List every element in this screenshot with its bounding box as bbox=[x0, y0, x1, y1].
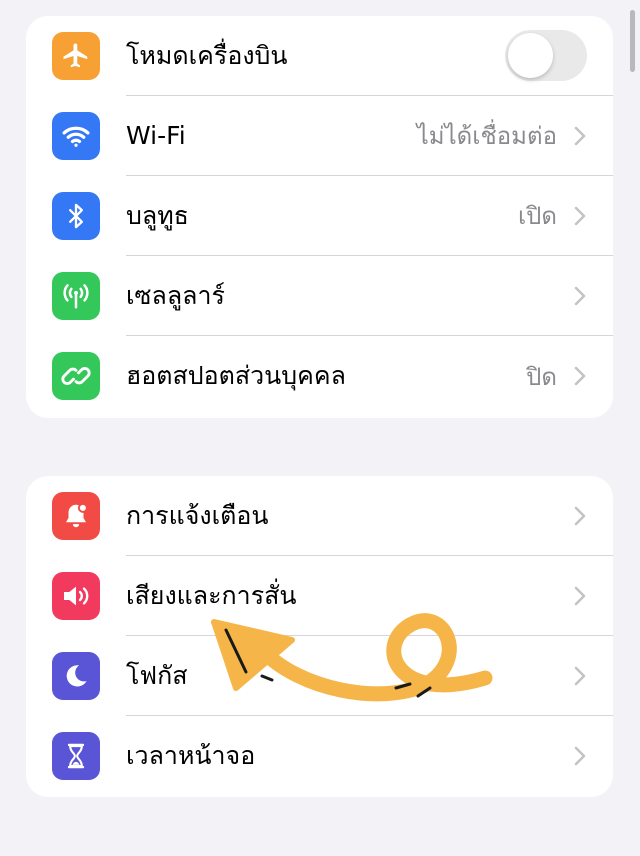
hotspot-label: ฮอตสปอตส่วนบุคคล bbox=[126, 361, 346, 390]
bluetooth-row[interactable]: บลูทูธ เปิด bbox=[26, 176, 613, 256]
notifications-group: การแจ้งเตือน เสียงและการสั่น โฟกัส เวลาห… bbox=[26, 476, 613, 797]
chevron-right-icon bbox=[574, 586, 586, 605]
connectivity-group: โหมดเครื่องบิน Wi-Fi ไม่ได้เชื่อมต่อ บลู… bbox=[26, 16, 613, 418]
scroll-indicator[interactable] bbox=[630, 10, 635, 72]
sounds-haptics-row[interactable]: เสียงและการสั่น bbox=[26, 556, 613, 636]
sounds-haptics-label: เสียงและการสั่น bbox=[126, 580, 297, 610]
airplane-mode-label: โหมดเครื่องบิน bbox=[126, 40, 288, 70]
wifi-status: ไม่ได้เชื่อมต่อ bbox=[416, 122, 557, 150]
hotspot-status: ปิด bbox=[526, 362, 557, 391]
focus-label: โฟกัส bbox=[126, 660, 188, 690]
chevron-right-icon bbox=[574, 126, 586, 145]
chevron-right-icon bbox=[574, 286, 586, 305]
airplane-mode-row[interactable]: โหมดเครื่องบิน bbox=[26, 16, 613, 96]
notifications-row[interactable]: การแจ้งเตือน bbox=[26, 476, 613, 556]
notifications-label: การแจ้งเตือน bbox=[126, 500, 269, 530]
antenna-icon bbox=[52, 272, 100, 320]
bell-icon bbox=[52, 492, 100, 540]
screen-time-row[interactable]: เวลาหน้าจอ bbox=[26, 716, 613, 796]
chevron-right-icon bbox=[574, 206, 586, 225]
chevron-right-icon bbox=[574, 746, 586, 766]
cellular-label: เซลลูลาร์ bbox=[126, 280, 225, 310]
hotspot-row[interactable]: ฮอตสปอตส่วนบุคคล ปิด bbox=[26, 336, 613, 416]
chevron-right-icon bbox=[574, 506, 586, 525]
wifi-icon bbox=[52, 112, 100, 160]
toggle-knob bbox=[508, 33, 553, 78]
bluetooth-label: บลูทูธ bbox=[126, 200, 189, 230]
chevron-right-icon bbox=[574, 666, 586, 685]
wifi-row[interactable]: Wi-Fi ไม่ได้เชื่อมต่อ bbox=[26, 96, 613, 176]
airplane-icon bbox=[52, 32, 100, 80]
cellular-row[interactable]: เซลลูลาร์ bbox=[26, 256, 613, 336]
screen-time-label: เวลาหน้าจอ bbox=[126, 741, 256, 770]
speaker-icon bbox=[52, 572, 100, 620]
focus-row[interactable]: โฟกัส bbox=[26, 636, 613, 716]
airplane-mode-toggle[interactable] bbox=[505, 30, 587, 81]
bluetooth-icon bbox=[52, 192, 100, 240]
moon-icon bbox=[52, 652, 100, 700]
wifi-label: Wi-Fi bbox=[126, 121, 186, 150]
chevron-right-icon bbox=[574, 366, 586, 386]
hotspot-icon bbox=[52, 352, 100, 400]
bluetooth-status: เปิด bbox=[517, 202, 557, 230]
hourglass-icon bbox=[52, 732, 100, 780]
